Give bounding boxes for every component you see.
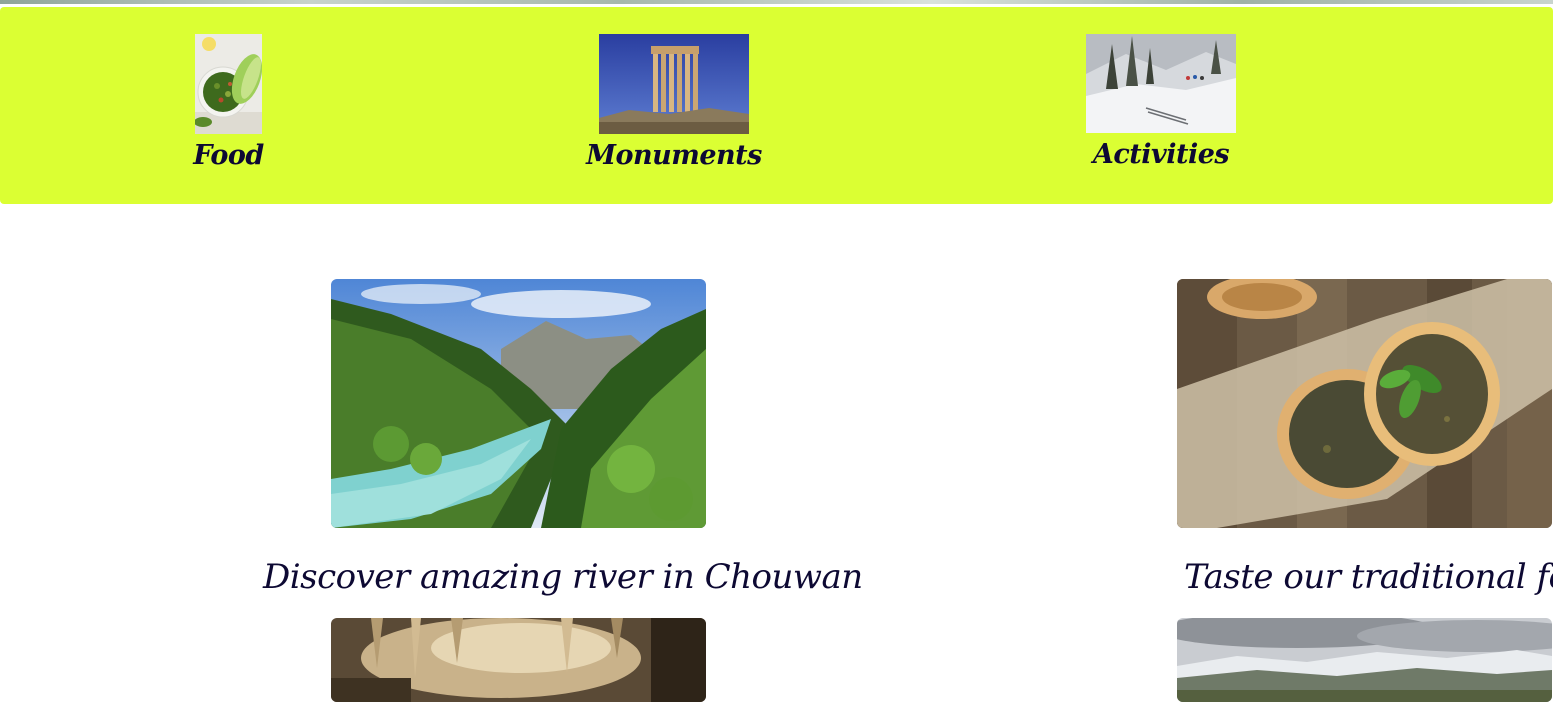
- feature-card-food[interactable]: [1177, 279, 1552, 528]
- temple-columns-image: [599, 34, 749, 134]
- category-label-activities: Activities: [1092, 139, 1230, 170]
- category-bar: Food Monuments Activities: [0, 7, 1553, 204]
- category-label-monuments: Monuments: [586, 140, 762, 171]
- category-monuments[interactable]: Monuments: [586, 34, 762, 171]
- feature-caption-food: Taste our traditional food: [1184, 557, 1553, 597]
- snowy-mountains-image: [1177, 618, 1552, 702]
- snow-skiing-image: [1086, 34, 1236, 133]
- herb-salad-bowl-image: [195, 34, 262, 134]
- manakish-flatbread-image: [1177, 279, 1552, 528]
- header-image-strip: [0, 0, 1553, 4]
- category-label-food: Food: [193, 140, 264, 171]
- feature-card-cave[interactable]: [331, 618, 706, 702]
- feature-caption-river: Discover amazing river in Chouwan: [263, 557, 863, 597]
- feature-card-river[interactable]: [331, 279, 706, 528]
- river-valley-image: [331, 279, 706, 528]
- feature-card-mountains[interactable]: [1177, 618, 1552, 702]
- category-activities[interactable]: Activities: [1086, 34, 1236, 170]
- category-food[interactable]: Food: [193, 34, 264, 171]
- cave-stalactites-image: [331, 618, 706, 702]
